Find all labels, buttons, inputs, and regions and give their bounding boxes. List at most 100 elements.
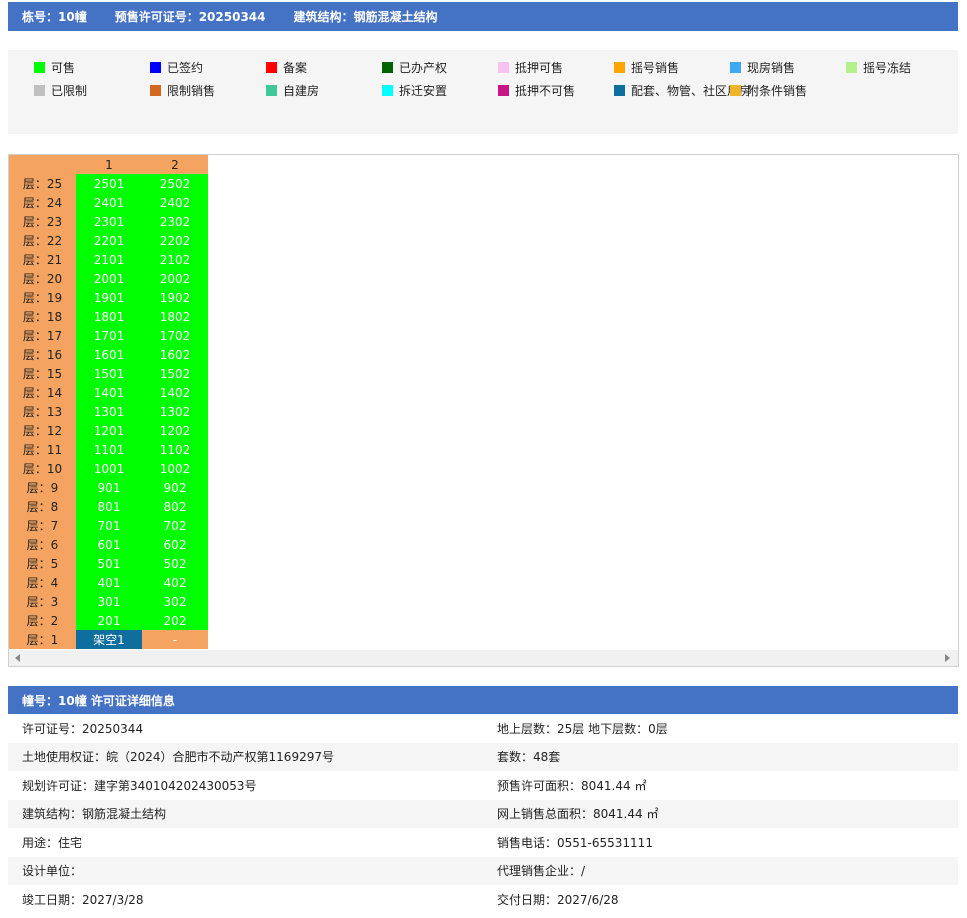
unit-cell[interactable]: 1701 xyxy=(76,326,142,345)
unit-cell[interactable]: 502 xyxy=(142,554,208,573)
legend-item: 抵押不可售 xyxy=(498,82,575,99)
unit-cell[interactable]: 702 xyxy=(142,516,208,535)
unit-cell[interactable]: 2401 xyxy=(76,193,142,212)
legend-item: 已办产权 xyxy=(382,59,447,76)
unit-cell[interactable]: 2402 xyxy=(142,193,208,212)
floor-row: 层：17 1701 1702 xyxy=(9,326,208,345)
legend-label: 已签约 xyxy=(167,61,204,75)
floor-label: 层：20 xyxy=(9,269,76,288)
unit-cell[interactable]: 1802 xyxy=(142,307,208,326)
floor-label: 层：15 xyxy=(9,364,76,383)
unit-cell[interactable]: 401 xyxy=(76,573,142,592)
legend-swatch xyxy=(730,62,741,73)
detail-field: 套数：48套 xyxy=(497,750,561,765)
unit-cell[interactable]: 2102 xyxy=(142,250,208,269)
unit-cell[interactable]: 2501 xyxy=(76,174,142,193)
floor-row: 层：9 901 902 xyxy=(9,478,208,497)
floor-label: 层：8 xyxy=(9,497,76,516)
horizontal-scrollbar[interactable] xyxy=(9,650,958,666)
unit-cell[interactable]: 1401 xyxy=(76,383,142,402)
floor-unit-table: 1 2 层：25 2501 2502 层：24 2401 2402 层：23 2301 2302 层：… xyxy=(9,155,208,649)
unit-cell[interactable]: 701 xyxy=(76,516,142,535)
unit-cell[interactable]: 1601 xyxy=(76,345,142,364)
floor-row: 层：23 2301 2302 xyxy=(9,212,208,231)
unit-cell[interactable]: 1201 xyxy=(76,421,142,440)
unit-cell[interactable]: 201 xyxy=(76,611,142,630)
legend-swatch xyxy=(382,62,393,73)
floor-row: 层：2 201 202 xyxy=(9,611,208,630)
unit-cell[interactable]: 2002 xyxy=(142,269,208,288)
detail-row: 规划许可证：建字第340104202430053号 预售许可面积：8041.44 … xyxy=(8,771,958,800)
floor-label: 层：19 xyxy=(9,288,76,307)
floor-row: 层：13 1301 1302 xyxy=(9,402,208,421)
legend-label: 摇号冻结 xyxy=(863,61,912,75)
detail-field: 销售电话：0551-65531111 xyxy=(497,835,653,850)
floor-row: 层：3 301 302 xyxy=(9,592,208,611)
legend-swatch xyxy=(846,62,857,73)
legend-item: 已签约 xyxy=(150,59,203,76)
unit-cell[interactable]: 2001 xyxy=(76,269,142,288)
building-header-bar: 栋号：10幢 预售许可证号：20250344 建筑结构：钢筋混凝土结构 xyxy=(8,2,958,31)
unit-cell[interactable]: 301 xyxy=(76,592,142,611)
floor-row: 层：11 1101 1102 xyxy=(9,440,208,459)
unit-cell[interactable]: 302 xyxy=(142,592,208,611)
floor-label: 层：9 xyxy=(9,478,76,497)
floor-row: 层：8 801 802 xyxy=(9,497,208,516)
floor-label: 层：2 xyxy=(9,611,76,630)
unit-cell[interactable]: 601 xyxy=(76,535,142,554)
unit-cell[interactable]: 801 xyxy=(76,497,142,516)
unit-cell[interactable]: 1002 xyxy=(142,459,208,478)
unit-cell[interactable]: 501 xyxy=(76,554,142,573)
unit-cell[interactable]: 902 xyxy=(142,478,208,497)
unit-cell[interactable]: 2202 xyxy=(142,231,208,250)
unit-cell[interactable]: 2101 xyxy=(76,250,142,269)
floor-row: 层：16 1601 1602 xyxy=(9,345,208,364)
unit-cell[interactable]: 1102 xyxy=(142,440,208,459)
presale-permit-number: 预售许可证号：20250344 xyxy=(114,10,266,24)
unit-cell[interactable]: 2302 xyxy=(142,212,208,231)
unit-cell[interactable]: 1301 xyxy=(76,402,142,421)
unit-cell[interactable]: 1302 xyxy=(142,402,208,421)
floor-unit-grid-panel[interactable]: 1 2 层：25 2501 2502 层：24 2401 2402 层：23 2301 2302 层：… xyxy=(8,154,959,667)
unit-cell[interactable]: 1801 xyxy=(76,307,142,326)
unit-cell[interactable]: 202 xyxy=(142,611,208,630)
detail-row: 土地使用权证：皖（2024）合肥市不动产权第1169297号 套数：48套 xyxy=(8,742,958,771)
unit-cell[interactable]: 1901 xyxy=(76,288,142,307)
unit-cell[interactable]: 2301 xyxy=(76,212,142,231)
unit-cell[interactable]: 1902 xyxy=(142,288,208,307)
legend-item: 已限制 xyxy=(34,82,87,99)
unit-cell[interactable]: 1501 xyxy=(76,364,142,383)
unit-cell[interactable]: 1001 xyxy=(76,459,142,478)
unit-cell[interactable]: 1402 xyxy=(142,383,208,402)
unit-cell[interactable]: 2201 xyxy=(76,231,142,250)
detail-field: 许可证号：20250344 xyxy=(22,721,144,736)
floor-row: 层：15 1501 1502 xyxy=(9,364,208,383)
unit-cell[interactable]: 1602 xyxy=(142,345,208,364)
detail-field: 竣工日期：2027/3/28 xyxy=(22,892,144,907)
floor-row: 层：21 2101 2102 xyxy=(9,250,208,269)
floor-row: 层：10 1001 1002 xyxy=(9,459,208,478)
unit-cell[interactable]: 架空1 xyxy=(76,630,142,649)
legend-label: 附条件销售 xyxy=(747,84,808,98)
unit-cell[interactable]: 602 xyxy=(142,535,208,554)
floor-label: 层：17 xyxy=(9,326,76,345)
unit-cell[interactable]: 402 xyxy=(142,573,208,592)
scroll-right-arrow-icon[interactable] xyxy=(945,654,950,662)
unit-cell[interactable]: 1202 xyxy=(142,421,208,440)
legend-swatch xyxy=(266,85,277,96)
permit-detail-title: 幢号：10幢 许可证详细信息 xyxy=(22,693,175,708)
scroll-left-arrow-icon[interactable] xyxy=(15,654,20,662)
floor-label: 层：24 xyxy=(9,193,76,212)
unit-cell[interactable]: 2502 xyxy=(142,174,208,193)
detail-field: 土地使用权证：皖（2024）合肥市不动产权第1169297号 xyxy=(22,750,334,765)
unit-cell[interactable]: 1502 xyxy=(142,364,208,383)
column-header: 1 xyxy=(76,155,142,174)
unit-cell[interactable]: 802 xyxy=(142,497,208,516)
unit-cell[interactable]: 1702 xyxy=(142,326,208,345)
unit-cell[interactable]: 1101 xyxy=(76,440,142,459)
unit-cell[interactable]: 901 xyxy=(76,478,142,497)
floor-row: 层：1 架空1- xyxy=(9,630,208,649)
floor-row: 层：14 1401 1402 xyxy=(9,383,208,402)
legend-swatch xyxy=(266,62,277,73)
floor-row: 层：19 1901 1902 xyxy=(9,288,208,307)
